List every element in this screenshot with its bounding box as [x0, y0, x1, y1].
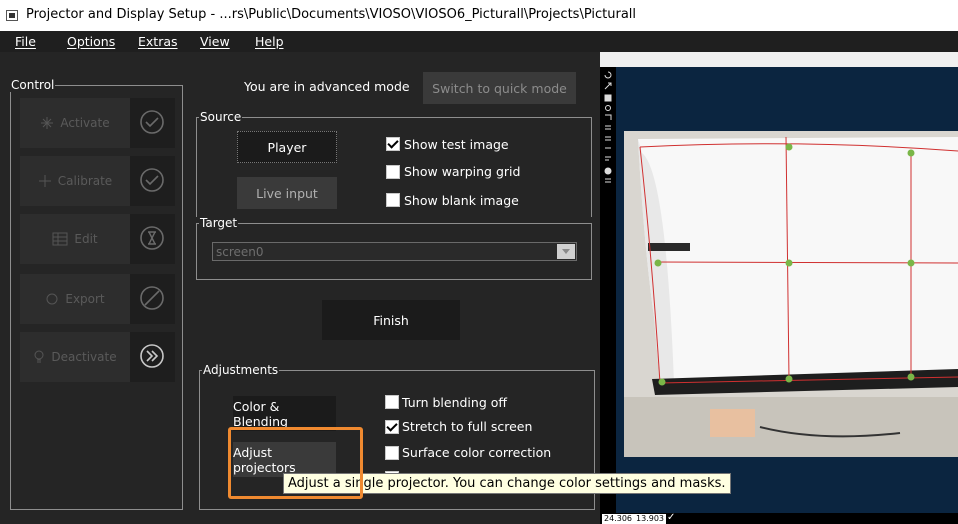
hourglass-icon [130, 214, 175, 264]
calibrate-label: Calibrate [20, 156, 130, 206]
menu-file[interactable]: File [15, 34, 36, 49]
rotate-icon [604, 71, 612, 79]
show-blank-image-checkbox[interactable] [386, 193, 400, 207]
source-group-label: Source [199, 110, 243, 124]
target-group-label: Target [199, 216, 239, 230]
list-icon [605, 136, 611, 141]
activate-button[interactable]: Activate [20, 98, 175, 148]
menu-help[interactable]: Help [255, 34, 284, 49]
menu-icon [605, 178, 611, 183]
window-title: Projector and Display Setup - ...rs\Publ… [26, 7, 637, 22]
lightbulb-icon [34, 350, 44, 363]
turn-blending-off-label: Turn blending off [402, 395, 507, 410]
stretch-full-screen-label: Stretch to full screen [402, 419, 533, 434]
show-test-image-label: Show test image [404, 137, 509, 152]
circle-tool-icon [605, 105, 611, 111]
corner-icon [605, 114, 612, 120]
surface-color-correction-checkbox[interactable] [385, 446, 399, 460]
grid-edit-icon [52, 232, 68, 246]
projection-preview[interactable] [600, 67, 958, 517]
hand-icon [604, 94, 612, 102]
activate-label: Activate [20, 98, 130, 148]
switch-quick-mode-button[interactable]: Switch to quick mode [423, 72, 576, 104]
calibrate-button[interactable]: Calibrate [20, 156, 175, 206]
coord-x-readout: 24.306 [602, 514, 634, 524]
show-blank-image-label: Show blank image [404, 193, 519, 208]
arrow-icon [604, 82, 612, 90]
target-selected-value: screen0 [216, 245, 264, 259]
coord-y-readout: 13.903 [634, 514, 666, 524]
no-entry-icon [130, 274, 175, 324]
camera-view [624, 131, 958, 457]
dropdown-arrow-icon[interactable] [557, 244, 575, 259]
edit-button[interactable]: Edit [20, 214, 175, 264]
finish-button[interactable]: Finish [322, 300, 460, 340]
deactivate-label: Deactivate [20, 332, 130, 382]
player-button[interactable]: Player [237, 131, 337, 163]
menu-bar: File Options Extras View Help [0, 31, 958, 52]
highlight-box [228, 427, 363, 499]
menu-extras[interactable]: Extras [138, 34, 178, 49]
globe-icon [604, 167, 612, 175]
check-circle-icon [130, 156, 175, 206]
sparkle-icon [38, 175, 51, 187]
turn-blending-off-checkbox[interactable] [385, 395, 399, 409]
show-warping-grid-checkbox[interactable] [386, 165, 400, 179]
export-button[interactable]: Export [20, 274, 175, 324]
export-icon [46, 293, 58, 305]
fast-forward-circle-icon [130, 332, 175, 382]
target-select[interactable]: screen0 [212, 242, 577, 261]
surface-color-correction-label: Surface color correction [402, 445, 552, 460]
deactivate-button[interactable]: Deactivate [20, 332, 175, 382]
show-test-image-checkbox[interactable] [386, 137, 400, 151]
grid-icon [605, 125, 611, 130]
text-icon [605, 156, 611, 161]
color-blending-button[interactable]: Color & Blending [233, 396, 336, 431]
menu-view[interactable]: View [200, 34, 230, 49]
adjustments-group-label: Adjustments [202, 363, 280, 377]
export-label: Export [20, 274, 130, 324]
control-group-label: Control [10, 78, 56, 92]
check-circle-icon [130, 98, 175, 148]
live-input-button[interactable]: Live input [237, 177, 337, 209]
app-window-icon [6, 10, 18, 21]
advanced-mode-text: You are in advanced mode [244, 79, 410, 94]
sparkle-icon [41, 117, 54, 129]
title-bar: Projector and Display Setup - ...rs\Publ… [0, 0, 958, 31]
confirm-check-icon: ✓ [667, 512, 676, 523]
stretch-full-screen-checkbox[interactable] [385, 420, 399, 434]
edit-label: Edit [20, 214, 130, 264]
show-warping-grid-label: Show warping grid [404, 164, 521, 179]
view-toolbar [600, 67, 616, 517]
menu-options[interactable]: Options [67, 34, 115, 49]
